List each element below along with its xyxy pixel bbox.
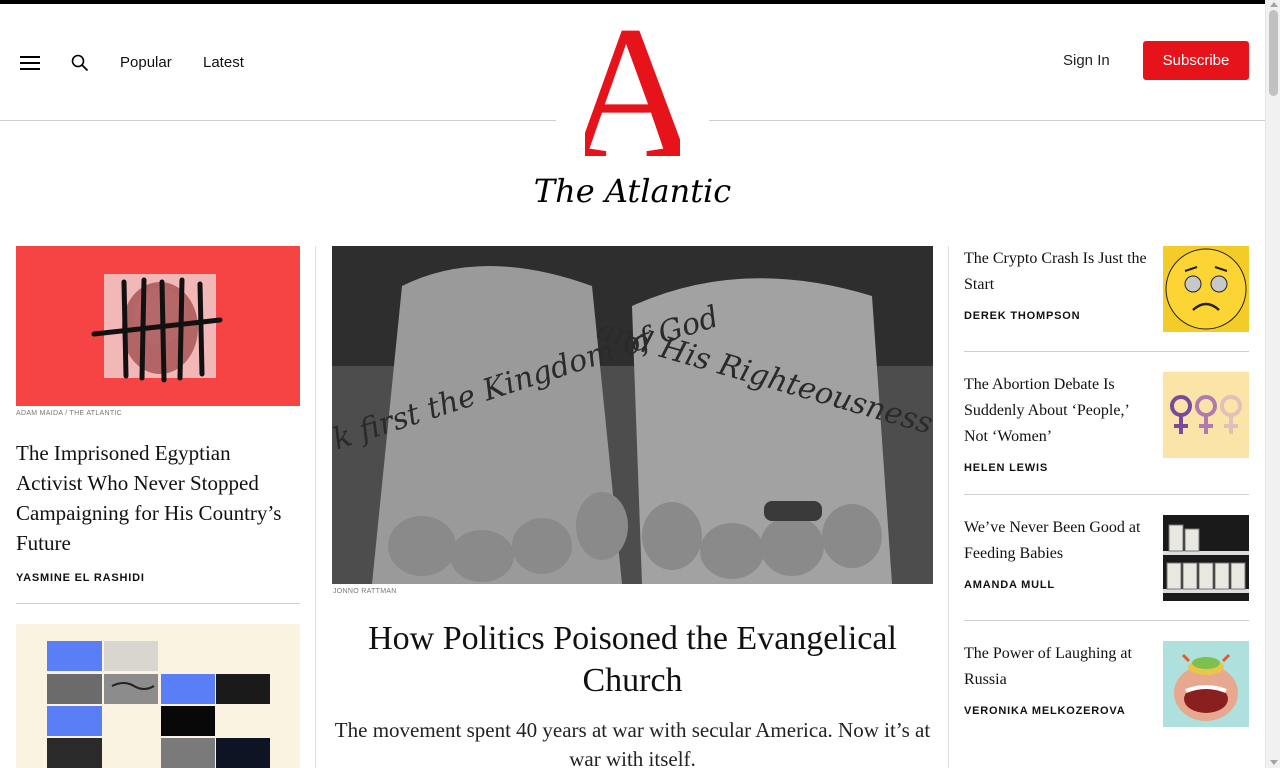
header-divider-right bbox=[709, 120, 1265, 121]
story-divider bbox=[16, 603, 300, 604]
list-item[interactable]: The Crypto Crash Is Just the Start DEREK… bbox=[964, 246, 1249, 332]
story-image-egyptian-activist[interactable] bbox=[16, 246, 300, 406]
story-divider bbox=[964, 620, 1249, 621]
story-byline[interactable]: VERONIKA MELKOZEROVA bbox=[964, 705, 1125, 717]
scroll-up-icon[interactable] bbox=[1270, 2, 1278, 7]
nav-latest-link[interactable]: Latest bbox=[203, 54, 244, 71]
scrollbar[interactable] bbox=[1265, 0, 1280, 768]
subscribe-button[interactable]: Subscribe bbox=[1143, 41, 1249, 80]
female-symbols-icon[interactable] bbox=[1163, 372, 1249, 458]
story-byline[interactable]: DEREK THOMPSON bbox=[964, 310, 1080, 322]
hero-title[interactable]: How Politics Poisoned the Evangelical Ch… bbox=[332, 618, 933, 702]
image-credit: JONNO RATTMAN bbox=[333, 588, 397, 595]
story-divider bbox=[964, 494, 1249, 495]
story-title[interactable]: The Crypto Crash Is Just the Start bbox=[964, 246, 1149, 298]
story-byline[interactable]: AMANDA MULL bbox=[964, 579, 1055, 591]
wordmark[interactable]: The Atlantic bbox=[0, 172, 1265, 210]
column-divider-left bbox=[315, 246, 316, 768]
list-item[interactable]: The Abortion Debate Is Suddenly About ‘P… bbox=[964, 372, 1249, 474]
sign-in-link[interactable]: Sign In bbox=[1063, 52, 1110, 69]
scroll-down-icon[interactable] bbox=[1270, 760, 1278, 765]
worried-emoji-icon[interactable] bbox=[1163, 246, 1249, 332]
story-title[interactable]: The Power of Laughing at Russia bbox=[964, 641, 1149, 693]
nav-popular-link[interactable]: Popular bbox=[120, 54, 172, 71]
story-title[interactable]: The Abortion Debate Is Suddenly About ‘P… bbox=[964, 372, 1149, 450]
atlantic-logo[interactable]: A bbox=[585, 8, 680, 163]
story-title[interactable]: We’ve Never Been Good at Feeding Babies bbox=[964, 515, 1149, 567]
list-item[interactable]: We’ve Never Been Good at Feeding Babies … bbox=[964, 515, 1249, 601]
image-credit: ADAM MAIDA / THE ATLANTIC bbox=[16, 410, 123, 417]
list-item[interactable]: The Power of Laughing at Russia VERONIKA… bbox=[964, 641, 1249, 727]
story-divider bbox=[964, 351, 1249, 352]
formula-shelf-icon[interactable] bbox=[1163, 515, 1249, 601]
header-divider-left bbox=[0, 120, 556, 121]
column-divider-right bbox=[948, 246, 949, 768]
story-byline[interactable]: YASMINE EL RASHIDI bbox=[16, 572, 145, 584]
hero-image-tattooed-hands[interactable]: Seek first the Kingdom of God and His Ri… bbox=[332, 246, 933, 584]
svg-text:A: A bbox=[585, 8, 680, 163]
story-image-collage[interactable] bbox=[16, 624, 300, 768]
hero-dek: The movement spent 40 years at war with … bbox=[334, 718, 931, 768]
story-byline[interactable]: HELEN LEWIS bbox=[964, 462, 1048, 474]
story-title[interactable]: The Imprisoned Egyptian Activist Who Nev… bbox=[16, 438, 300, 558]
search-icon[interactable] bbox=[71, 54, 89, 72]
scrollbar-thumb[interactable] bbox=[1269, 10, 1278, 96]
menu-icon[interactable] bbox=[20, 55, 40, 71]
laughing-face-icon[interactable] bbox=[1163, 641, 1249, 727]
